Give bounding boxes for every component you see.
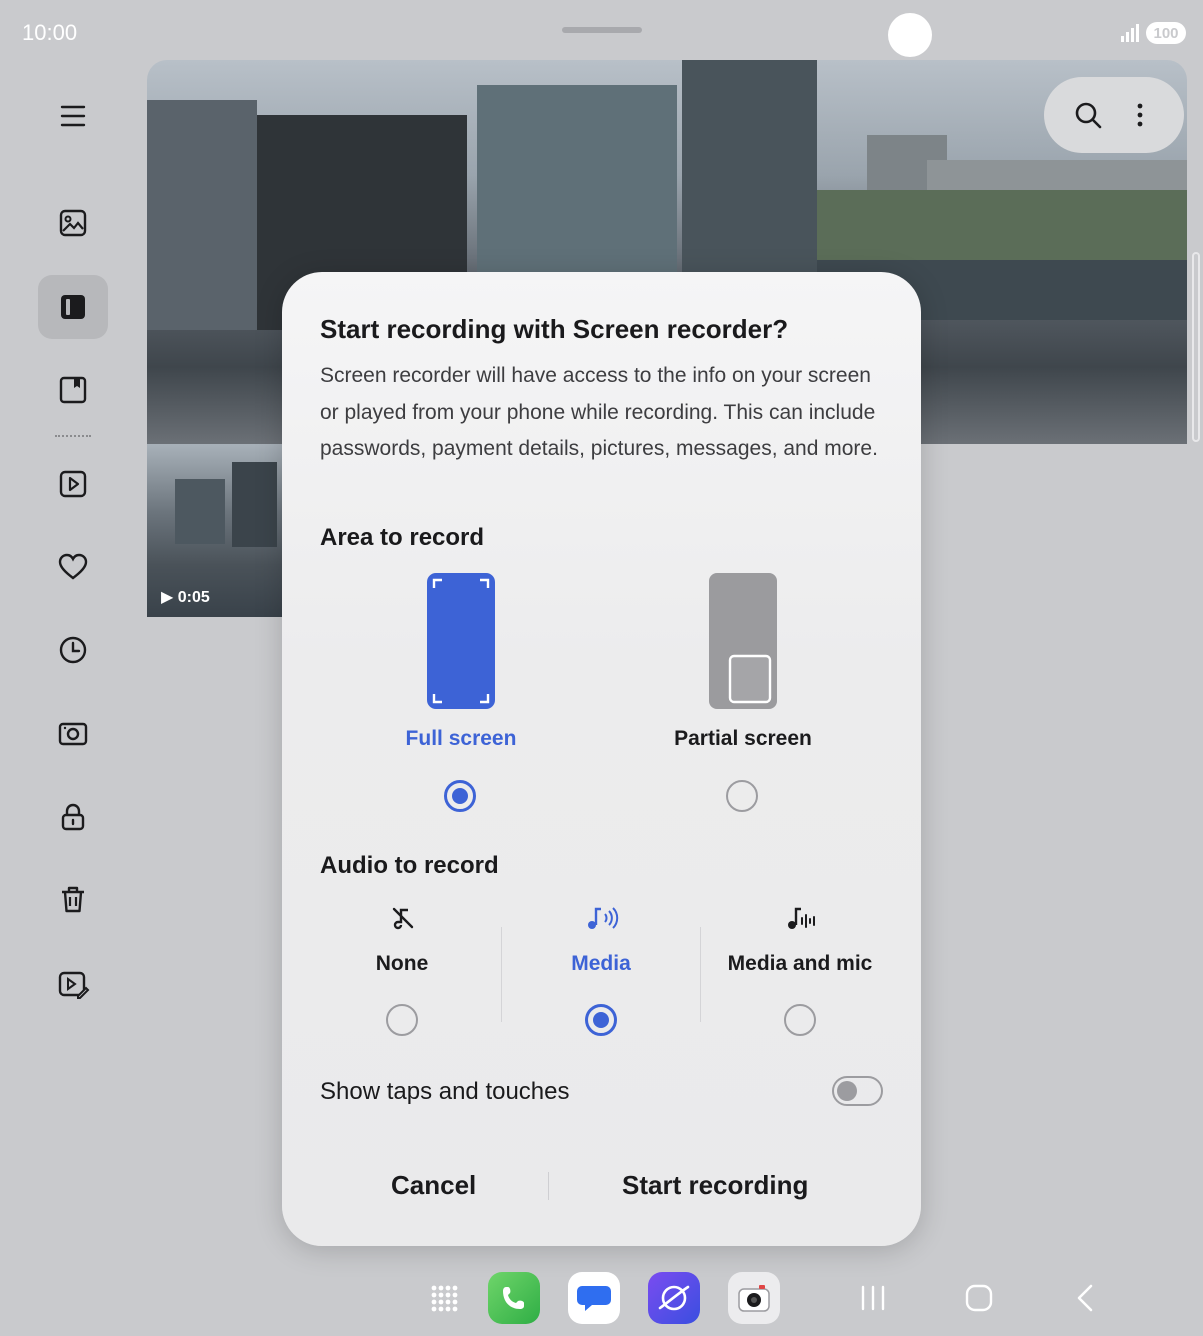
signal-icon bbox=[1121, 24, 1139, 42]
show-taps-toggle[interactable] bbox=[832, 1076, 883, 1106]
video-thumbnail[interactable]: ▶ 0:05 bbox=[147, 444, 282, 617]
phone-icon[interactable] bbox=[488, 1272, 540, 1324]
drag-handle[interactable] bbox=[562, 27, 642, 33]
search-icon[interactable] bbox=[1072, 99, 1104, 131]
button-divider bbox=[548, 1172, 549, 1200]
audio-none-radio[interactable] bbox=[386, 1004, 418, 1036]
sidebar bbox=[0, 60, 147, 1260]
recents-icon[interactable] bbox=[858, 1283, 888, 1313]
full-screen-label[interactable]: Full screen bbox=[341, 727, 581, 751]
audio-none-label[interactable]: None bbox=[302, 952, 502, 976]
cancel-button[interactable]: Cancel bbox=[391, 1170, 476, 1201]
pictures-icon[interactable] bbox=[38, 191, 108, 255]
full-screen-radio[interactable] bbox=[444, 780, 476, 812]
toggle-knob bbox=[837, 1081, 857, 1101]
home-icon[interactable] bbox=[964, 1283, 994, 1313]
sidebar-divider bbox=[55, 435, 91, 437]
back-icon[interactable] bbox=[1071, 1283, 1101, 1313]
top-actions bbox=[1044, 77, 1184, 153]
stories-icon[interactable] bbox=[38, 358, 108, 422]
partial-screen-radio[interactable] bbox=[726, 780, 758, 812]
music-sound-icon bbox=[588, 907, 619, 929]
partial-screen-icon[interactable] bbox=[708, 572, 778, 710]
audio-media-radio[interactable] bbox=[585, 1004, 617, 1036]
videos-icon[interactable] bbox=[38, 452, 108, 516]
battery-icon: 100 bbox=[1146, 22, 1186, 44]
albums-icon[interactable] bbox=[38, 275, 108, 339]
show-taps-label: Show taps and touches bbox=[320, 1078, 570, 1105]
area-heading: Area to record bbox=[320, 524, 485, 551]
trash-icon[interactable] bbox=[38, 868, 108, 932]
music-mic-icon bbox=[788, 907, 815, 929]
video-duration: ▶ 0:05 bbox=[161, 589, 210, 606]
favorites-icon[interactable] bbox=[38, 535, 108, 599]
apps-grid-icon[interactable] bbox=[418, 1272, 470, 1324]
more-options-icon[interactable] bbox=[1124, 99, 1156, 131]
audio-media-label[interactable]: Media bbox=[501, 952, 701, 976]
partial-screen-label[interactable]: Partial screen bbox=[623, 727, 863, 751]
screen-recorder-dialog: Start recording with Screen recorder? Sc… bbox=[282, 272, 921, 1246]
screenshots-icon[interactable] bbox=[38, 702, 108, 766]
menu-icon[interactable] bbox=[38, 84, 108, 148]
camera-cutout bbox=[888, 13, 932, 57]
dialog-body: Screen recorder will have access to the … bbox=[320, 364, 878, 460]
audio-media-mic-label[interactable]: Media and mic bbox=[700, 952, 900, 976]
lock-icon[interactable] bbox=[38, 785, 108, 849]
camera-icon[interactable] bbox=[728, 1272, 780, 1324]
full-screen-icon[interactable] bbox=[426, 572, 496, 710]
start-recording-button[interactable]: Start recording bbox=[622, 1170, 808, 1201]
audio-heading: Audio to record bbox=[320, 852, 499, 879]
audio-media-mic-radio[interactable] bbox=[784, 1004, 816, 1036]
edge-panel-handle[interactable] bbox=[1192, 252, 1200, 442]
video-editor-icon[interactable] bbox=[38, 952, 108, 1016]
recent-icon[interactable] bbox=[38, 618, 108, 682]
dialog-title: Start recording with Screen recorder? bbox=[320, 314, 789, 344]
messages-icon[interactable] bbox=[568, 1272, 620, 1324]
internet-icon[interactable] bbox=[648, 1272, 700, 1324]
status-time: 10:00 bbox=[22, 20, 78, 45]
music-off-icon bbox=[392, 907, 414, 930]
